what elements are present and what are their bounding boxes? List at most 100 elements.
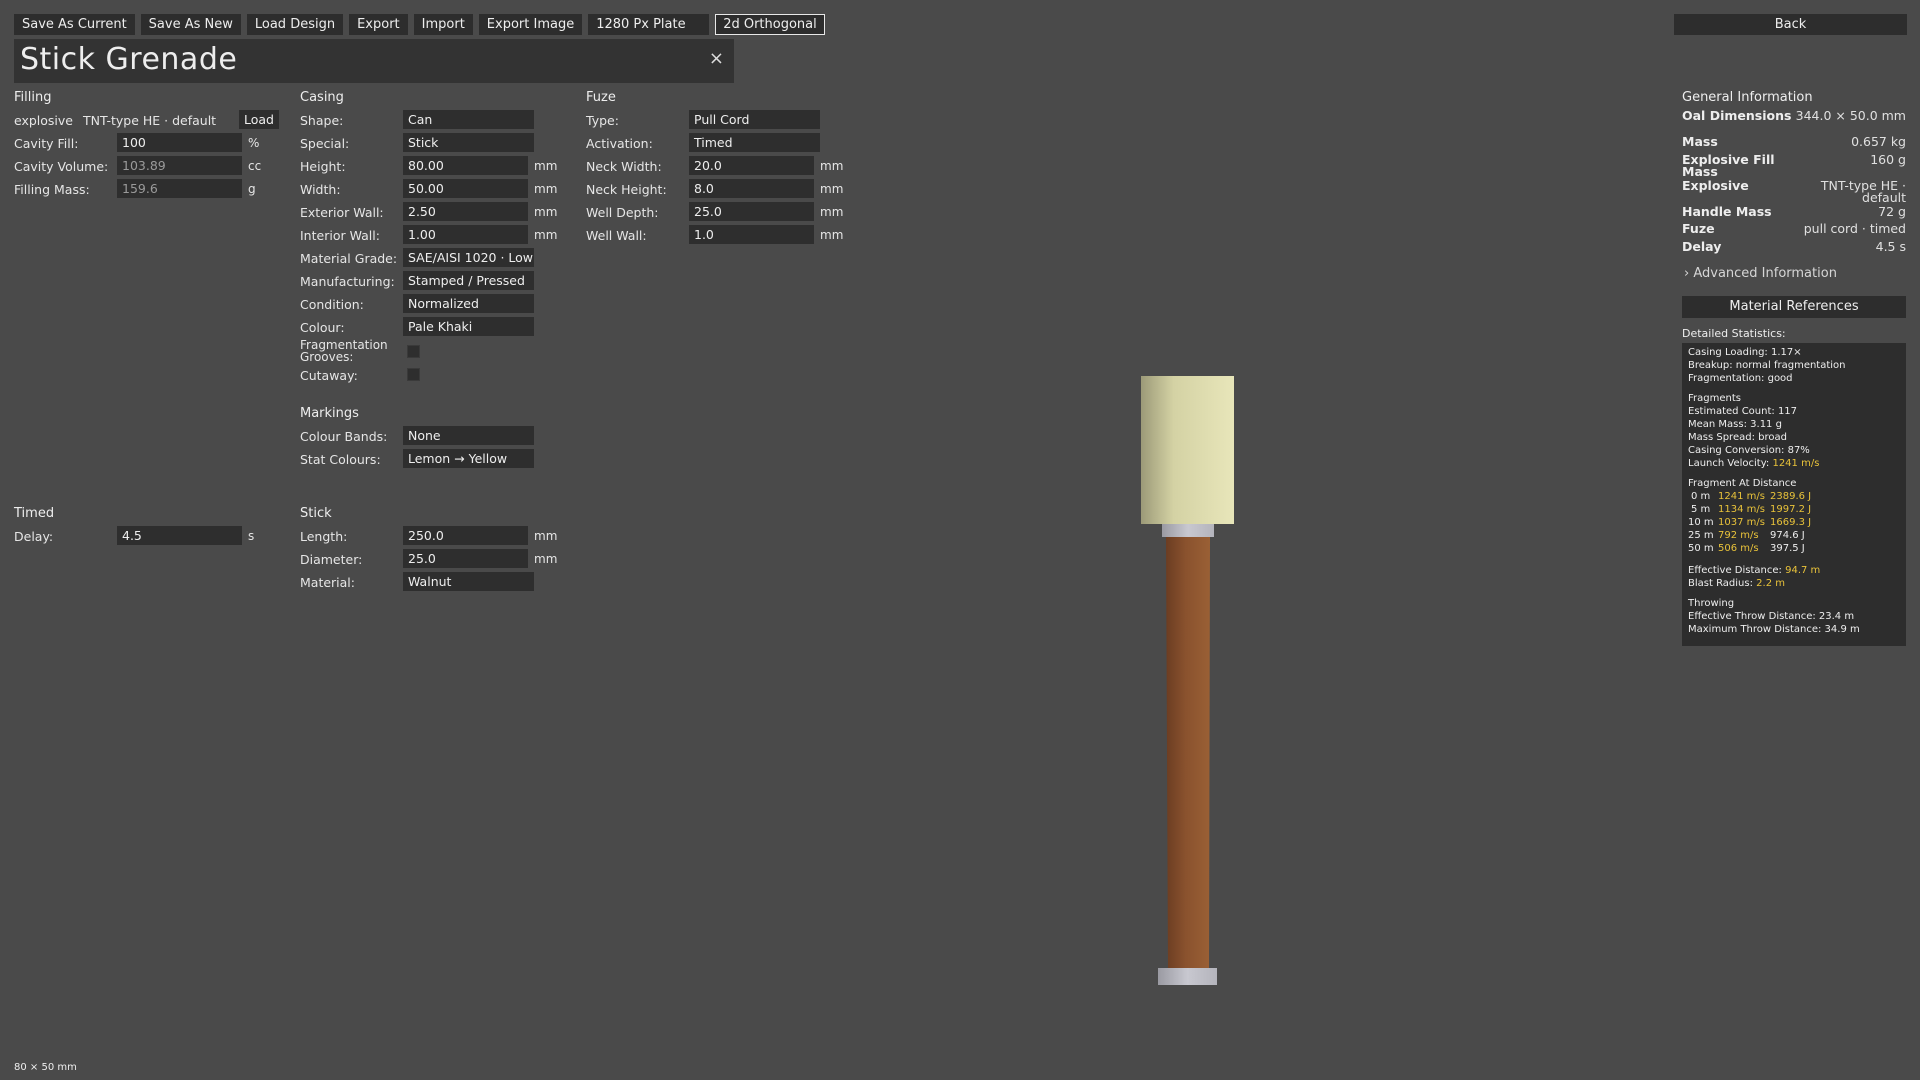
- filling-mass-label: Filling Mass:: [14, 182, 90, 197]
- fuze-type-select[interactable]: Pull Cord: [689, 110, 820, 129]
- well-wall-input[interactable]: 1.0: [689, 225, 814, 244]
- timed-heading: Timed: [14, 506, 55, 521]
- page-title[interactable]: Stick Grenade: [20, 42, 237, 77]
- neck-height-input[interactable]: 8.0: [689, 179, 814, 198]
- load-explosive-button[interactable]: Load: [239, 110, 279, 129]
- stick-heading: Stick: [300, 506, 332, 521]
- view-mode-button[interactable]: 2d Orthogonal: [715, 14, 825, 35]
- interior-wall-label: Interior Wall:: [300, 228, 380, 243]
- advanced-information-toggle[interactable]: › Advanced Information: [1684, 266, 1837, 281]
- load-design-button[interactable]: Load Design: [246, 14, 344, 35]
- fragmentation-grooves-label: Fragmentation Grooves:: [300, 338, 388, 364]
- delay-unit: s: [248, 529, 255, 543]
- special-select[interactable]: Stick: [403, 133, 534, 152]
- energy-cell: 397.5 J: [1770, 543, 1805, 554]
- condition-label: Condition:: [300, 297, 364, 312]
- stick-length-input[interactable]: 250.0: [403, 526, 528, 545]
- casing-heading: Casing: [300, 90, 344, 105]
- save-as-new-button[interactable]: Save As New: [140, 14, 241, 35]
- oal-dimensions-label: Oal Dimensions: [1682, 108, 1792, 123]
- condition-select[interactable]: Normalized: [403, 294, 534, 313]
- stat-colours-select[interactable]: Lemon → Yellow: [403, 449, 534, 468]
- special-label: Special:: [300, 136, 350, 151]
- mean-mass-stat: Mean Mass: 3.11 g: [1688, 419, 1782, 430]
- neck-width-input[interactable]: 20.0: [689, 156, 814, 175]
- interior-wall-unit: mm: [534, 228, 558, 242]
- cavity-fill-input[interactable]: 100: [117, 133, 242, 152]
- height-label: Height:: [300, 159, 346, 174]
- explosive-fill-mass-value: 160 g: [1870, 152, 1906, 167]
- export-image-button[interactable]: Export Image: [478, 14, 583, 35]
- cavity-volume-value: 103.89: [117, 156, 242, 175]
- effective-distance-value: 94.7 m: [1785, 565, 1821, 576]
- fragment-distance-heading: Fragment At Distance: [1688, 478, 1797, 489]
- neck-height-label: Neck Height:: [586, 182, 667, 197]
- effective-distance-stat: Effective Distance: 94.7 m: [1688, 565, 1820, 576]
- cutaway-checkbox[interactable]: [407, 368, 420, 381]
- well-depth-input[interactable]: 25.0: [689, 202, 814, 221]
- launch-velocity-value: 1241 m/s: [1772, 458, 1820, 469]
- detailed-statistics-panel: Casing Loading: 1.17× Breakup: normal fr…: [1682, 343, 1906, 646]
- stick-end-cap: [1158, 968, 1217, 985]
- fragment-distance-row: 0 m 1241 m/s 2389.6 J: [1688, 491, 1811, 502]
- fuze-label: Fuze: [1682, 221, 1715, 236]
- material-grade-select[interactable]: SAE/AISI 1020 · Low: [403, 248, 534, 267]
- explosive-type-label: Explosive: [1682, 178, 1749, 193]
- stick-material-label: Material:: [300, 575, 355, 590]
- fragmentation-grooves-checkbox[interactable]: [407, 345, 420, 358]
- back-button[interactable]: Back: [1674, 14, 1907, 35]
- colour-label: Colour:: [300, 320, 345, 335]
- distance-cell: 50 m: [1688, 543, 1714, 554]
- shape-label: Shape:: [300, 113, 344, 128]
- height-input[interactable]: 80.00: [403, 156, 528, 175]
- explosive-type-value: TNT-type HE · default: [1820, 178, 1906, 205]
- well-wall-label: Well Wall:: [586, 228, 647, 243]
- exterior-wall-input[interactable]: 2.50: [403, 202, 528, 221]
- neck-width-unit: mm: [820, 159, 844, 173]
- width-input[interactable]: 50.00: [403, 179, 528, 198]
- filling-heading: Filling: [14, 90, 52, 105]
- stick-diameter-input[interactable]: 25.0: [403, 549, 528, 568]
- height-unit: mm: [534, 159, 558, 173]
- velocity-cell: 506 m/s: [1718, 543, 1759, 554]
- colour-select[interactable]: Pale Khaki: [403, 317, 534, 336]
- well-depth-label: Well Depth:: [586, 205, 659, 220]
- plate-size-button[interactable]: 1280 Px Plate: [588, 14, 710, 35]
- export-button[interactable]: Export: [349, 14, 408, 35]
- material-references-button[interactable]: Material References: [1682, 296, 1906, 318]
- fragments-heading: Fragments: [1688, 393, 1741, 404]
- delay-input[interactable]: 4.5: [117, 526, 242, 545]
- fuze-neck: [1162, 524, 1214, 537]
- stat-colours-label: Stat Colours:: [300, 452, 381, 467]
- design-name-field[interactable]: Stick Grenade ×: [14, 39, 734, 83]
- close-icon[interactable]: ×: [709, 49, 724, 69]
- handle-mass-value: 72 g: [1878, 204, 1906, 219]
- manufacturing-select[interactable]: Stamped / Pressed: [403, 271, 534, 290]
- activation-select[interactable]: Timed: [689, 133, 820, 152]
- wooden-stick: [1166, 537, 1210, 970]
- delay-summary-value: 4.5 s: [1875, 239, 1906, 254]
- detailed-statistics-heading: Detailed Statistics:: [1682, 327, 1786, 340]
- save-as-current-button[interactable]: Save As Current: [14, 14, 135, 35]
- velocity-cell: 1241 m/s: [1718, 491, 1765, 502]
- fuze-type-label: Type:: [586, 113, 619, 128]
- filling-mass-value: 159.6: [117, 179, 242, 198]
- width-label: Width:: [300, 182, 341, 197]
- distance-cell: 5 m: [1691, 504, 1711, 515]
- markings-heading: Markings: [300, 406, 359, 421]
- fragment-distance-row: 5 m 1134 m/s 1997.2 J: [1688, 504, 1811, 515]
- casing-conversion-stat: Casing Conversion: 87%: [1688, 445, 1810, 456]
- explosive-fill-mass-label: Explosive Fill Mass: [1682, 152, 1775, 179]
- cavity-volume-label: Cavity Volume:: [14, 159, 109, 174]
- colour-bands-select[interactable]: None: [403, 426, 534, 445]
- import-button[interactable]: Import: [413, 14, 473, 35]
- energy-cell: 2389.6 J: [1770, 491, 1812, 502]
- distance-cell: 0 m: [1691, 491, 1711, 502]
- interior-wall-input[interactable]: 1.00: [403, 225, 528, 244]
- throwing-heading: Throwing: [1688, 598, 1735, 609]
- handle-mass-label: Handle Mass: [1682, 204, 1772, 219]
- effective-distance-label: Effective Distance:: [1688, 565, 1782, 576]
- launch-velocity-stat: Launch Velocity: 1241 m/s: [1688, 458, 1819, 469]
- shape-select[interactable]: Can: [403, 110, 534, 129]
- stick-material-select[interactable]: Walnut: [403, 572, 534, 591]
